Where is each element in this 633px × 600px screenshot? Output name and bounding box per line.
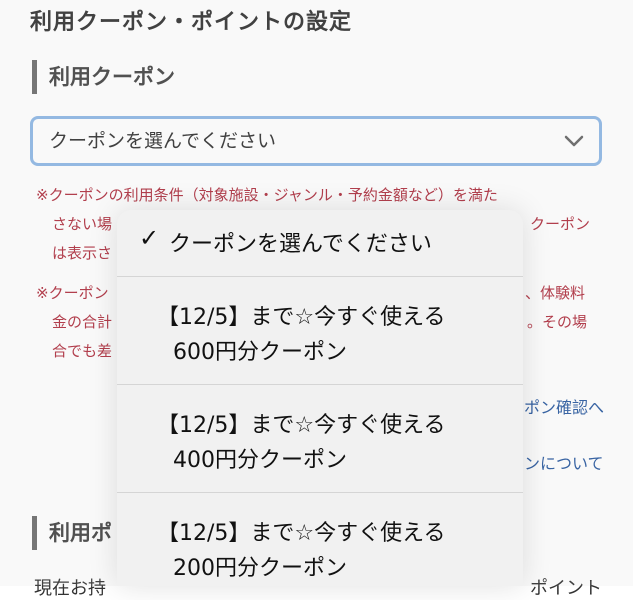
option-label-line-2: 200円分クーポン (173, 556, 347, 581)
dropdown-option-600[interactable]: 【12/5】まで☆今すぐ使える 600円分クーポン (117, 276, 523, 384)
dropdown-option-200[interactable]: 【12/5】まで☆今すぐ使える 200円分クーポン (117, 492, 523, 586)
option-label-line-2: 600円分クーポン (173, 340, 347, 365)
coupon-point-settings-page: 利用クーポン・ポイントの設定 利用クーポン クーポンを選んでください ※クーポン… (0, 0, 633, 599)
check-icon: ✓ (139, 224, 160, 252)
coupon-dropdown-menu: ✓ クーポンを選んでください 【12/5】まで☆今すぐ使える 600円分クーポン… (117, 210, 523, 586)
option-label-line-1: 【12/5】まで☆今すぐ使える (157, 413, 446, 438)
option-label-line-1: 【12/5】まで☆今すぐ使える (157, 521, 446, 546)
option-label: クーポンを選んでください (169, 232, 432, 257)
dropdown-option-placeholder[interactable]: ✓ クーポンを選んでください (117, 210, 523, 276)
option-label-line-2: 400円分クーポン (173, 448, 347, 473)
dropdown-option-400[interactable]: 【12/5】まで☆今すぐ使える 400円分クーポン (117, 384, 523, 492)
option-label-line-1: 【12/5】まで☆今すぐ使える (157, 305, 446, 330)
